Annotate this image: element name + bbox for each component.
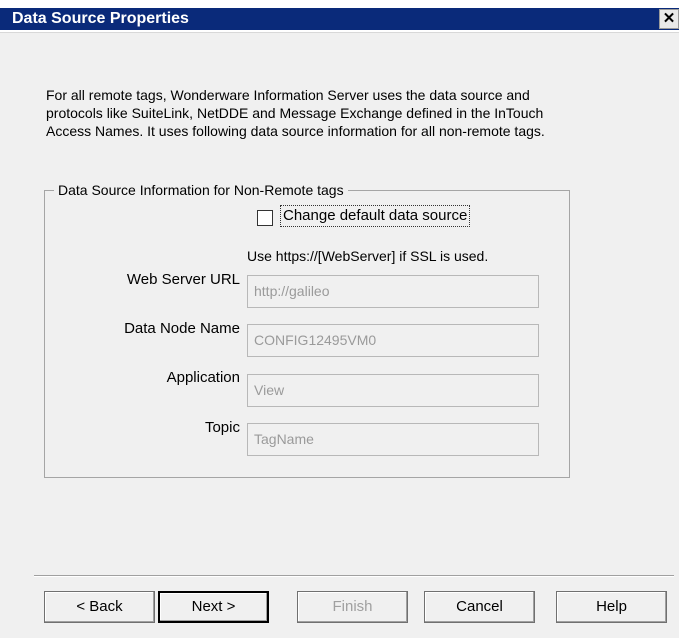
application-field[interactable]: View bbox=[247, 374, 539, 407]
next-button[interactable]: Next > bbox=[158, 591, 269, 623]
data-node-name-field[interactable]: CONFIG12495VM0 bbox=[247, 324, 539, 357]
button-separator bbox=[34, 575, 674, 577]
close-button[interactable]: ✕ bbox=[659, 9, 679, 29]
cancel-button[interactable]: Cancel bbox=[424, 591, 535, 623]
web-server-url-field[interactable]: http://galileo bbox=[247, 275, 539, 308]
dialog-title: Data Source Properties bbox=[12, 10, 189, 27]
dialog-window: Data Source Properties ✕ For all remote … bbox=[0, 0, 679, 638]
topic-label: Topic bbox=[204, 419, 240, 436]
web-server-url-label: Web Server URL bbox=[126, 271, 240, 288]
data-node-name-label: Data Node Name bbox=[124, 320, 240, 337]
intro-text: For all remote tags, Wonderware Informat… bbox=[46, 87, 545, 139]
change-default-checkbox[interactable] bbox=[257, 210, 273, 226]
ssl-note: Use https://[WebServer] if SSL is used. bbox=[247, 248, 489, 264]
help-button[interactable]: Help bbox=[556, 591, 667, 623]
topic-field[interactable]: TagName bbox=[247, 423, 539, 456]
close-icon: ✕ bbox=[662, 10, 676, 27]
change-default-checkbox-label[interactable]: Change default data source bbox=[279, 205, 471, 227]
finish-button[interactable]: Finish bbox=[297, 591, 408, 623]
application-label: Application bbox=[166, 369, 240, 386]
back-button[interactable]: < Back bbox=[44, 591, 155, 623]
group-legend: Data Source Information for Non-Remote t… bbox=[54, 181, 348, 199]
title-bar: Data Source Properties ✕ bbox=[0, 0, 679, 33]
